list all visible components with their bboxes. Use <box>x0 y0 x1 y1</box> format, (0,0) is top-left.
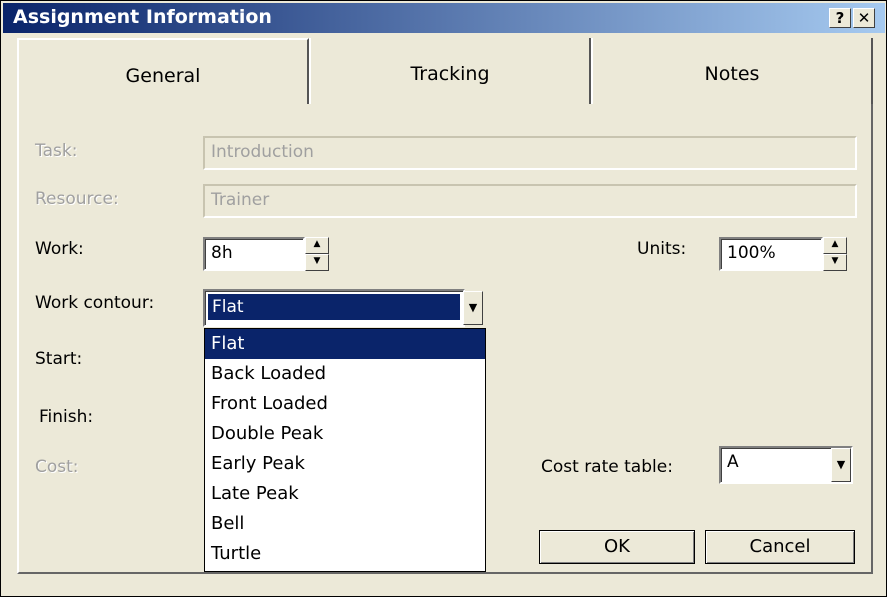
spin-up-icon[interactable]: ▲ <box>305 237 329 254</box>
list-item[interactable]: Double Peak <box>205 419 485 449</box>
work-label: Work: <box>35 239 84 259</box>
spin-up-icon[interactable]: ▲ <box>823 237 847 254</box>
cost-rate-table-label: Cost rate table: <box>541 457 673 477</box>
tab-label: Notes <box>704 63 760 85</box>
work-contour-dropdown-list[interactable]: Flat Back Loaded Front Loaded Double Pea… <box>204 328 486 572</box>
work-contour-select[interactable]: Flat <box>203 289 465 327</box>
tab-label: Tracking <box>410 63 490 85</box>
units-spinner[interactable]: ▲ ▼ <box>823 237 847 271</box>
dropdown-arrow-icon[interactable]: ▼ <box>831 448 851 482</box>
list-item[interactable]: Turtle <box>205 539 485 569</box>
units-input[interactable]: 100% <box>719 237 823 271</box>
cost-label: Cost: <box>35 457 79 477</box>
assignment-information-dialog: Assignment Information ? ✕ General Track… <box>0 0 887 597</box>
resource-input: Trainer <box>203 184 857 218</box>
work-spinner[interactable]: ▲ ▼ <box>305 237 329 271</box>
tab-notes[interactable]: Notes <box>591 38 873 104</box>
help-button[interactable]: ? <box>829 8 851 28</box>
list-item[interactable]: Bell <box>205 509 485 539</box>
tab-general[interactable]: General <box>17 38 309 104</box>
list-item[interactable]: Flat <box>205 329 485 359</box>
tab-label: General <box>125 65 201 87</box>
spin-down-icon[interactable]: ▼ <box>305 254 329 271</box>
list-item[interactable]: Late Peak <box>205 479 485 509</box>
list-item[interactable]: Early Peak <box>205 449 485 479</box>
finish-label: Finish: <box>39 407 94 427</box>
spin-down-icon[interactable]: ▼ <box>823 254 847 271</box>
dropdown-arrow-icon[interactable]: ▼ <box>463 291 483 325</box>
task-input: Introduction <box>203 136 857 170</box>
dialog-title: Assignment Information <box>13 6 272 28</box>
ok-button[interactable]: OK <box>539 530 695 564</box>
list-item[interactable]: Back Loaded <box>205 359 485 389</box>
list-item[interactable]: Front Loaded <box>205 389 485 419</box>
title-bar: Assignment Information ? ✕ <box>3 3 885 33</box>
close-button[interactable]: ✕ <box>853 8 875 28</box>
work-contour-value: Flat <box>208 294 460 320</box>
units-label: Units: <box>637 239 687 259</box>
start-label: Start: <box>35 349 83 369</box>
task-label: Task: <box>35 141 78 161</box>
work-contour-label: Work contour: <box>35 293 155 313</box>
resource-label: Resource: <box>35 189 119 209</box>
cost-rate-table-value: A <box>727 452 739 472</box>
cancel-button[interactable]: Cancel <box>705 530 855 564</box>
tab-tracking[interactable]: Tracking <box>309 38 591 104</box>
work-input[interactable]: 8h <box>203 237 305 271</box>
